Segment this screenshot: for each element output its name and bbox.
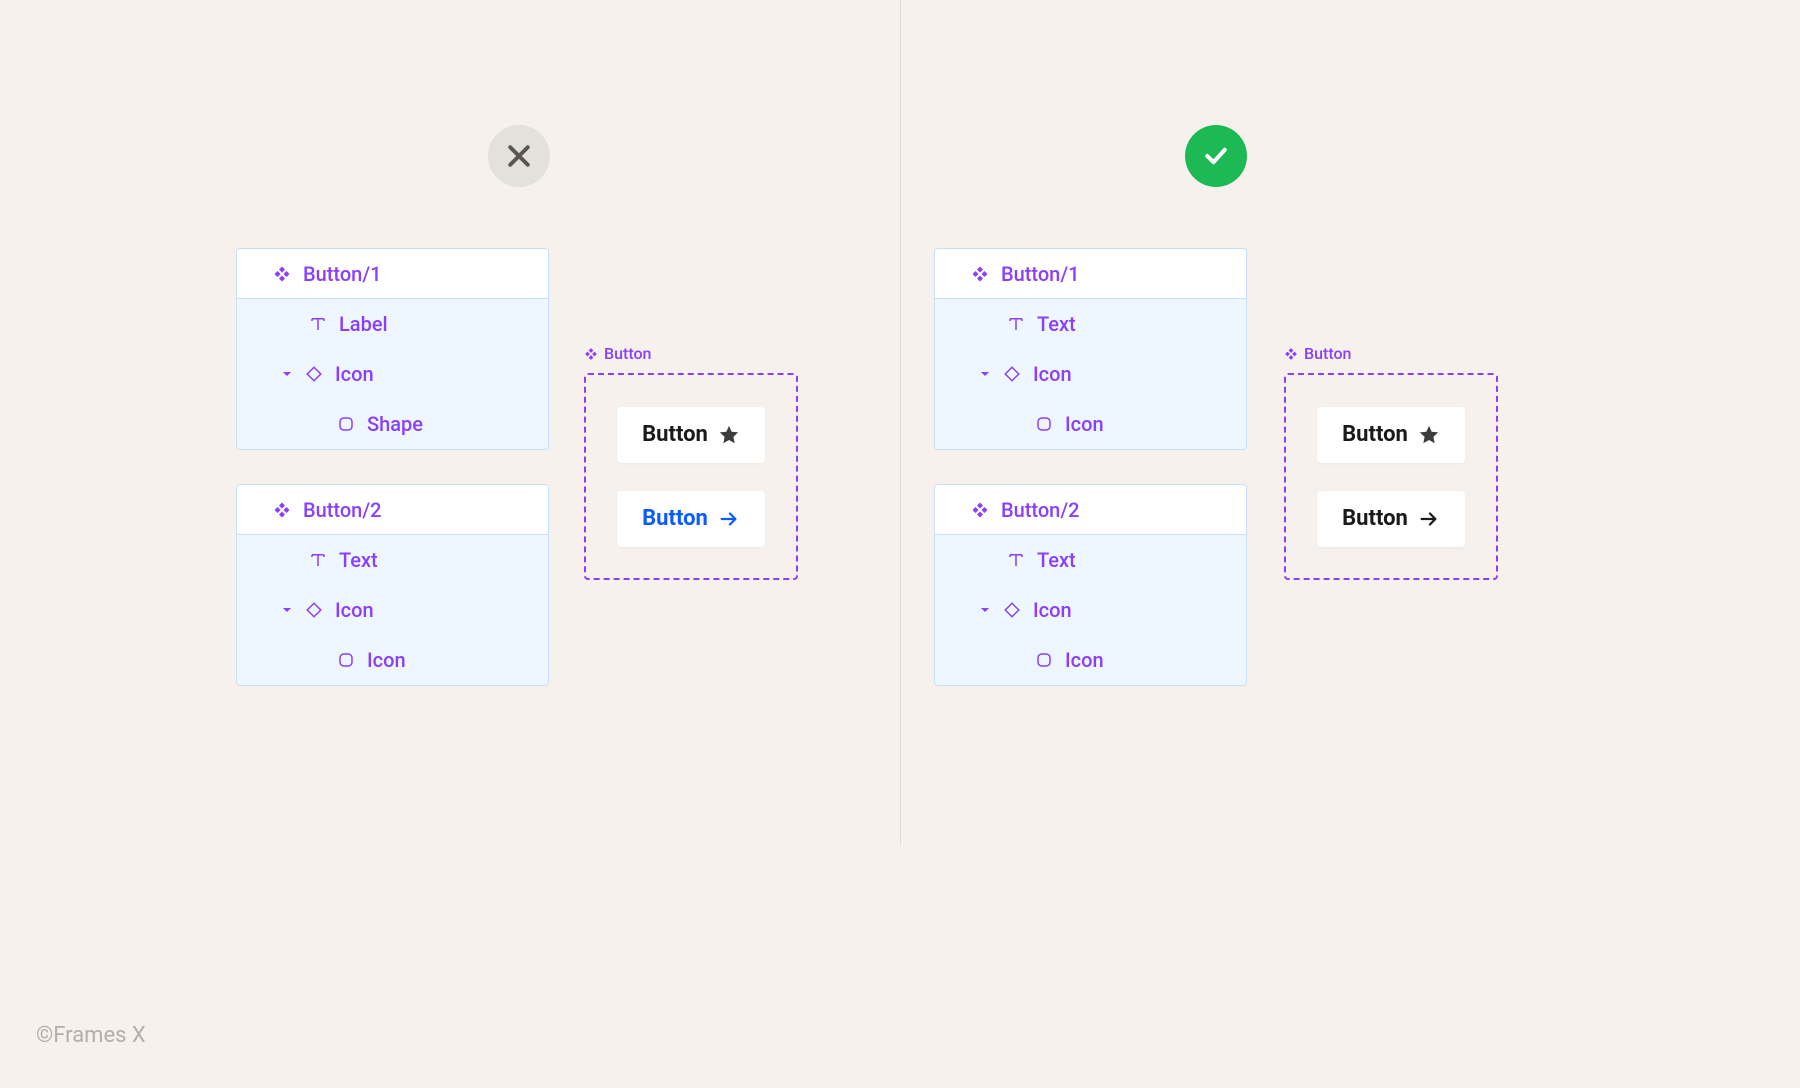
instance-icon [305, 601, 323, 619]
component-icon [971, 265, 989, 283]
shape-layer-icon [337, 415, 355, 433]
component-preview: Button Button Button [584, 344, 798, 580]
chevron-down-icon[interactable] [281, 368, 293, 380]
instance-icon [305, 365, 323, 383]
component-set-frame: Button Button [584, 373, 798, 580]
layer-title: Button/2 [303, 498, 382, 522]
layer-label: Icon [1033, 598, 1072, 622]
layer-title: Button/1 [1001, 262, 1080, 286]
layer-label: Icon [1033, 362, 1072, 386]
layer-title: Button/2 [1001, 498, 1080, 522]
layer-row[interactable]: Icon [237, 635, 548, 685]
attribution: ©Frames X [36, 1023, 146, 1048]
chevron-down-icon[interactable] [281, 604, 293, 616]
button-variant[interactable]: Button [1317, 407, 1465, 463]
layer-row[interactable]: Icon [935, 635, 1246, 685]
component-set-label: Button [584, 344, 798, 363]
layer-row[interactable]: Icon [237, 349, 548, 399]
layer-label: Text [339, 548, 378, 572]
layer-header[interactable]: Button/1 [935, 249, 1246, 299]
instance-icon [1003, 365, 1021, 383]
layer-row[interactable]: Label [237, 299, 548, 349]
layer-row[interactable]: Icon [237, 585, 548, 635]
button-label: Button [1342, 422, 1408, 447]
arrow-right-icon [1418, 508, 1440, 530]
layer-label: Icon [335, 598, 374, 622]
instance-icon [1003, 601, 1021, 619]
component-icon [273, 265, 291, 283]
layer-row[interactable]: Icon [935, 349, 1246, 399]
good-example-column: Button/1 Text Icon Icon Button/2 [900, 0, 1632, 845]
text-layer-icon [1007, 551, 1025, 569]
layer-header[interactable]: Button/1 [237, 249, 548, 299]
layer-panel: Button/1 Label Icon Shape [236, 248, 549, 450]
star-icon [718, 424, 740, 446]
layer-panel: Button/1 Text Icon Icon [934, 248, 1247, 450]
layer-row[interactable]: Icon [935, 585, 1246, 635]
layer-row[interactable]: Text [935, 535, 1246, 585]
button-variant[interactable]: Button [617, 407, 765, 463]
component-icon [1284, 347, 1298, 361]
shape-layer-icon [1035, 651, 1053, 669]
arrow-right-icon [718, 508, 740, 530]
button-variant[interactable]: Button [1317, 491, 1465, 547]
text-layer-icon [309, 315, 327, 333]
component-preview: Button Button Button [1284, 344, 1498, 580]
layer-label: Icon [1065, 412, 1104, 436]
component-set-name: Button [604, 344, 651, 363]
layer-header[interactable]: Button/2 [935, 485, 1246, 535]
shape-layer-icon [1035, 415, 1053, 433]
layer-label: Icon [367, 648, 406, 672]
layer-header[interactable]: Button/2 [237, 485, 548, 535]
component-set-label: Button [1284, 344, 1498, 363]
component-icon [971, 501, 989, 519]
layer-label: Text [1037, 312, 1076, 336]
button-label: Button [642, 422, 708, 447]
component-set-frame: Button Button [1284, 373, 1498, 580]
shape-layer-icon [337, 651, 355, 669]
chevron-down-icon[interactable] [979, 604, 991, 616]
layer-panel: Button/2 Text Icon Icon [934, 484, 1247, 686]
component-icon [273, 501, 291, 519]
component-icon [584, 347, 598, 361]
layer-label: Label [339, 312, 388, 336]
layer-label: Icon [1065, 648, 1104, 672]
text-layer-icon [1007, 315, 1025, 333]
button-variant[interactable]: Button [617, 491, 765, 547]
component-set-name: Button [1304, 344, 1351, 363]
bad-example-column: Button/1 Label Icon Shape Button/2 [168, 0, 900, 845]
layer-label: Text [1037, 548, 1076, 572]
layer-row[interactable]: Text [935, 299, 1246, 349]
layer-panel: Button/2 Text Icon Icon [236, 484, 549, 686]
text-layer-icon [309, 551, 327, 569]
layer-label: Shape [367, 412, 423, 436]
layer-label: Icon [335, 362, 374, 386]
button-label: Button [642, 506, 708, 531]
chevron-down-icon[interactable] [979, 368, 991, 380]
star-icon [1418, 424, 1440, 446]
button-label: Button [1342, 506, 1408, 531]
layer-title: Button/1 [303, 262, 382, 286]
layer-row[interactable]: Shape [237, 399, 548, 449]
layer-row[interactable]: Text [237, 535, 548, 585]
layer-row[interactable]: Icon [935, 399, 1246, 449]
